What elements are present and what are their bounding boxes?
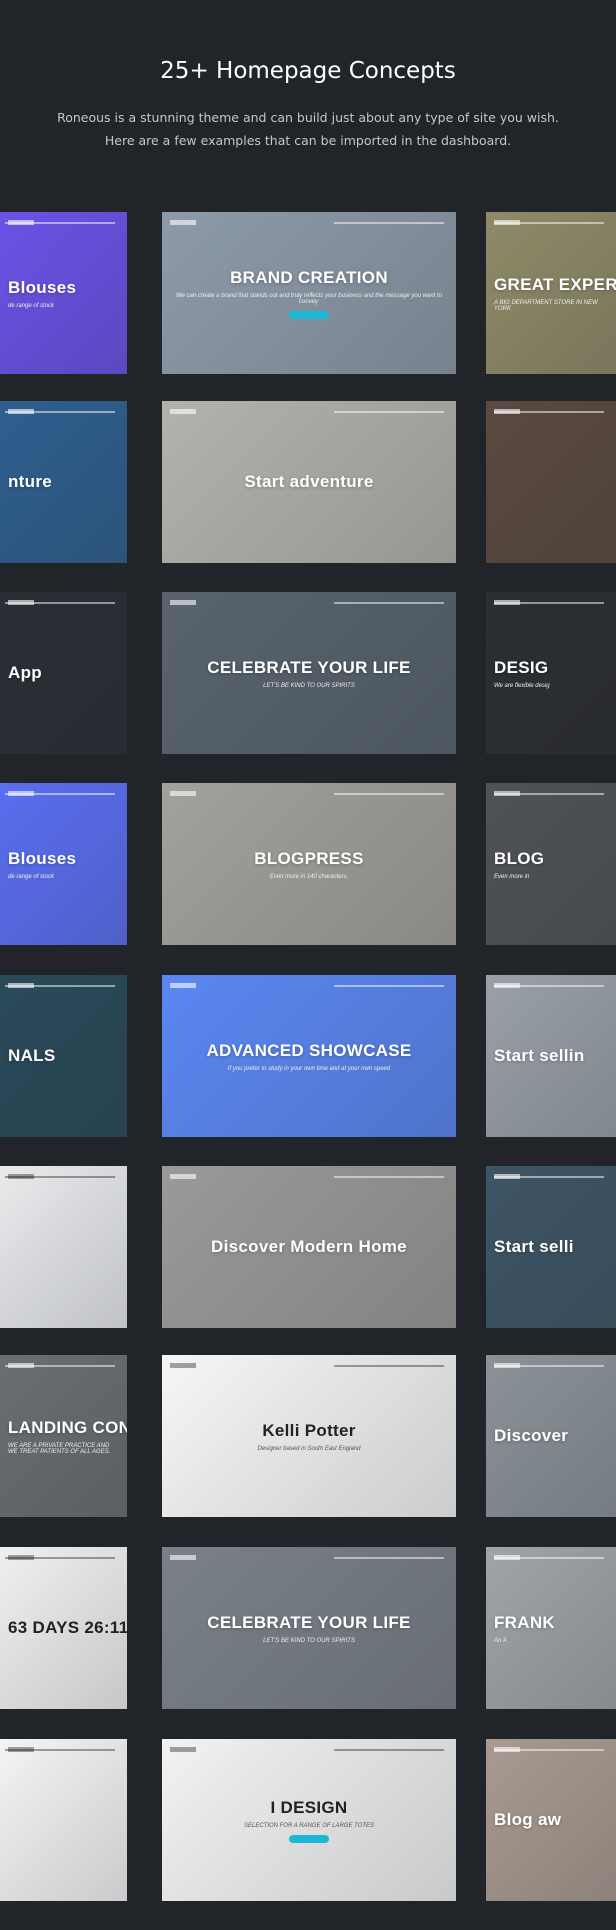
- demo-headline: 63 DAYS 26:11: [8, 1618, 127, 1637]
- demo-headline: NALS: [8, 1046, 56, 1065]
- demo-headline: FRANK: [494, 1612, 555, 1632]
- demo-headline: CELEBRATE YOUR LIFE: [207, 657, 411, 677]
- homepage-demo-thumbnail[interactable]: FRANK An A: [486, 1547, 616, 1709]
- homepage-demo-thumbnail[interactable]: [0, 1739, 127, 1901]
- demo-headline: Discover Modern Home: [211, 1237, 407, 1256]
- demo-subtitle: We can create a brand that stands out an…: [175, 292, 443, 305]
- demo-subtitle: de range of stock: [8, 302, 55, 309]
- demo-headline: Blouses: [8, 848, 77, 868]
- homepage-demo-thumbnail[interactable]: Blouses de range of stock: [0, 783, 127, 945]
- demo-headline: Kelli Potter: [262, 1420, 356, 1440]
- homepage-demo-thumbnail[interactable]: CELEBRATE YOUR LIFE LET'S BE KIND TO OUR …: [162, 1547, 456, 1709]
- demo-subtitle: LET'S BE KIND TO OUR SPIRITS: [263, 1637, 355, 1644]
- demo-headline: GREAT EXPER: [494, 274, 616, 294]
- demo-headline: I DESIGN: [270, 1797, 348, 1817]
- homepage-demo-thumbnail[interactable]: BLOG Even more in: [486, 783, 616, 945]
- demo-headline: Start adventure: [244, 472, 374, 491]
- homepage-demo-thumbnail[interactable]: LANDING CONVERSATION WE ARE A PRIVATE PRA…: [0, 1355, 127, 1517]
- homepage-demo-thumbnail[interactable]: nture: [0, 401, 127, 563]
- homepage-demo-thumbnail[interactable]: Start selli: [486, 1166, 616, 1328]
- homepage-demo-thumbnail[interactable]: [0, 1166, 127, 1328]
- intro-line: Roneous is a stunning theme and can buil…: [57, 110, 559, 125]
- homepage-demo-thumbnail[interactable]: [486, 401, 616, 563]
- demo-headline: App: [8, 663, 42, 682]
- homepage-demo-thumbnail[interactable]: Start adventure: [162, 401, 456, 563]
- demo-headline: ADVANCED SHOWCASE: [206, 1040, 412, 1060]
- homepage-demo-thumbnail[interactable]: Kelli Potter Designer based in South East…: [162, 1355, 456, 1517]
- demo-headline: Blog aw: [494, 1810, 562, 1829]
- homepage-demo-thumbnail[interactable]: DESIG We are flexible desig: [486, 592, 616, 754]
- homepage-demo-thumbnail[interactable]: NALS: [0, 975, 127, 1137]
- demo-subtitle: Even more in: [494, 873, 530, 880]
- demo-subtitle: SELECTION FOR A RANGE OF LARGE TOTES: [243, 1822, 375, 1829]
- homepage-demo-thumbnail[interactable]: CELEBRATE YOUR LIFE LET'S BE KIND TO OUR …: [162, 592, 456, 754]
- demo-headline: CELEBRATE YOUR LIFE: [207, 1612, 411, 1632]
- demo-subtitle: LET'S BE KIND TO OUR SPIRITS: [263, 682, 355, 689]
- demo-headline: DESIG: [494, 657, 549, 677]
- demo-subtitle: WE ARE A PRIVATE PRACTICE AND WE TREAT P…: [8, 1442, 111, 1455]
- homepage-demo-thumbnail[interactable]: BRAND CREATION We can create a brand that…: [162, 212, 456, 374]
- demo-headline: Start sellin: [494, 1046, 585, 1065]
- homepage-demo-thumbnail[interactable]: Discover: [486, 1355, 616, 1517]
- homepage-demo-thumbnail[interactable]: BLOGPRESS Even more in 140 characters.: [162, 783, 456, 945]
- homepage-demo-thumbnail[interactable]: I DESIGN SELECTION FOR A RANGE OF LARGE T…: [162, 1739, 456, 1901]
- demo-subtitle: If you prefer to study in your own time …: [227, 1065, 391, 1072]
- demo-cta-button: [289, 1834, 329, 1843]
- demo-subtitle: An A: [494, 1637, 507, 1644]
- homepage-demo-thumbnail[interactable]: ADVANCED SHOWCASE If you prefer to study …: [162, 975, 456, 1137]
- demo-headline: BLOGPRESS: [254, 848, 364, 868]
- demo-subtitle: Even more in 140 characters.: [269, 873, 349, 880]
- demo-subtitle: A BIG DEPARTMENT STORE IN NEW YORK: [494, 299, 598, 312]
- demo-headline: BRAND CREATION: [230, 267, 388, 287]
- homepage-demo-thumbnail[interactable]: Discover Modern Home: [162, 1166, 456, 1328]
- demo-cta-button: [289, 310, 329, 319]
- demo-headline: Blouses: [8, 277, 77, 297]
- intro-text: Roneous is a stunning theme and can buil…: [0, 106, 616, 152]
- homepage-demo-thumbnail[interactable]: Blouses de range of stock: [0, 212, 127, 374]
- intro-line: Here are a few examples that can be impo…: [104, 133, 512, 148]
- demo-subtitle: Designer based in South East England: [257, 1445, 361, 1452]
- homepage-demo-thumbnail[interactable]: GREAT EXPER A BIG DEPARTMENT STORE IN NEW…: [486, 212, 616, 374]
- demo-headline: Discover: [494, 1426, 569, 1445]
- demo-headline: LANDING CONVERSATION: [8, 1417, 127, 1437]
- homepage-demo-thumbnail[interactable]: App: [0, 592, 127, 754]
- demo-subtitle: We are flexible desig: [494, 682, 550, 689]
- demo-headline: nture: [8, 472, 52, 491]
- homepage-demo-thumbnail[interactable]: Start sellin: [486, 975, 616, 1137]
- demo-headline: BLOG: [494, 848, 545, 868]
- page-title: 25+ Homepage Concepts: [160, 58, 456, 84]
- homepage-demo-thumbnail[interactable]: Blog aw: [486, 1739, 616, 1901]
- demo-subtitle: de range of stock: [8, 873, 55, 880]
- homepage-demo-thumbnail[interactable]: 63 DAYS 26:11: [0, 1547, 127, 1709]
- demo-headline: Start selli: [494, 1237, 574, 1256]
